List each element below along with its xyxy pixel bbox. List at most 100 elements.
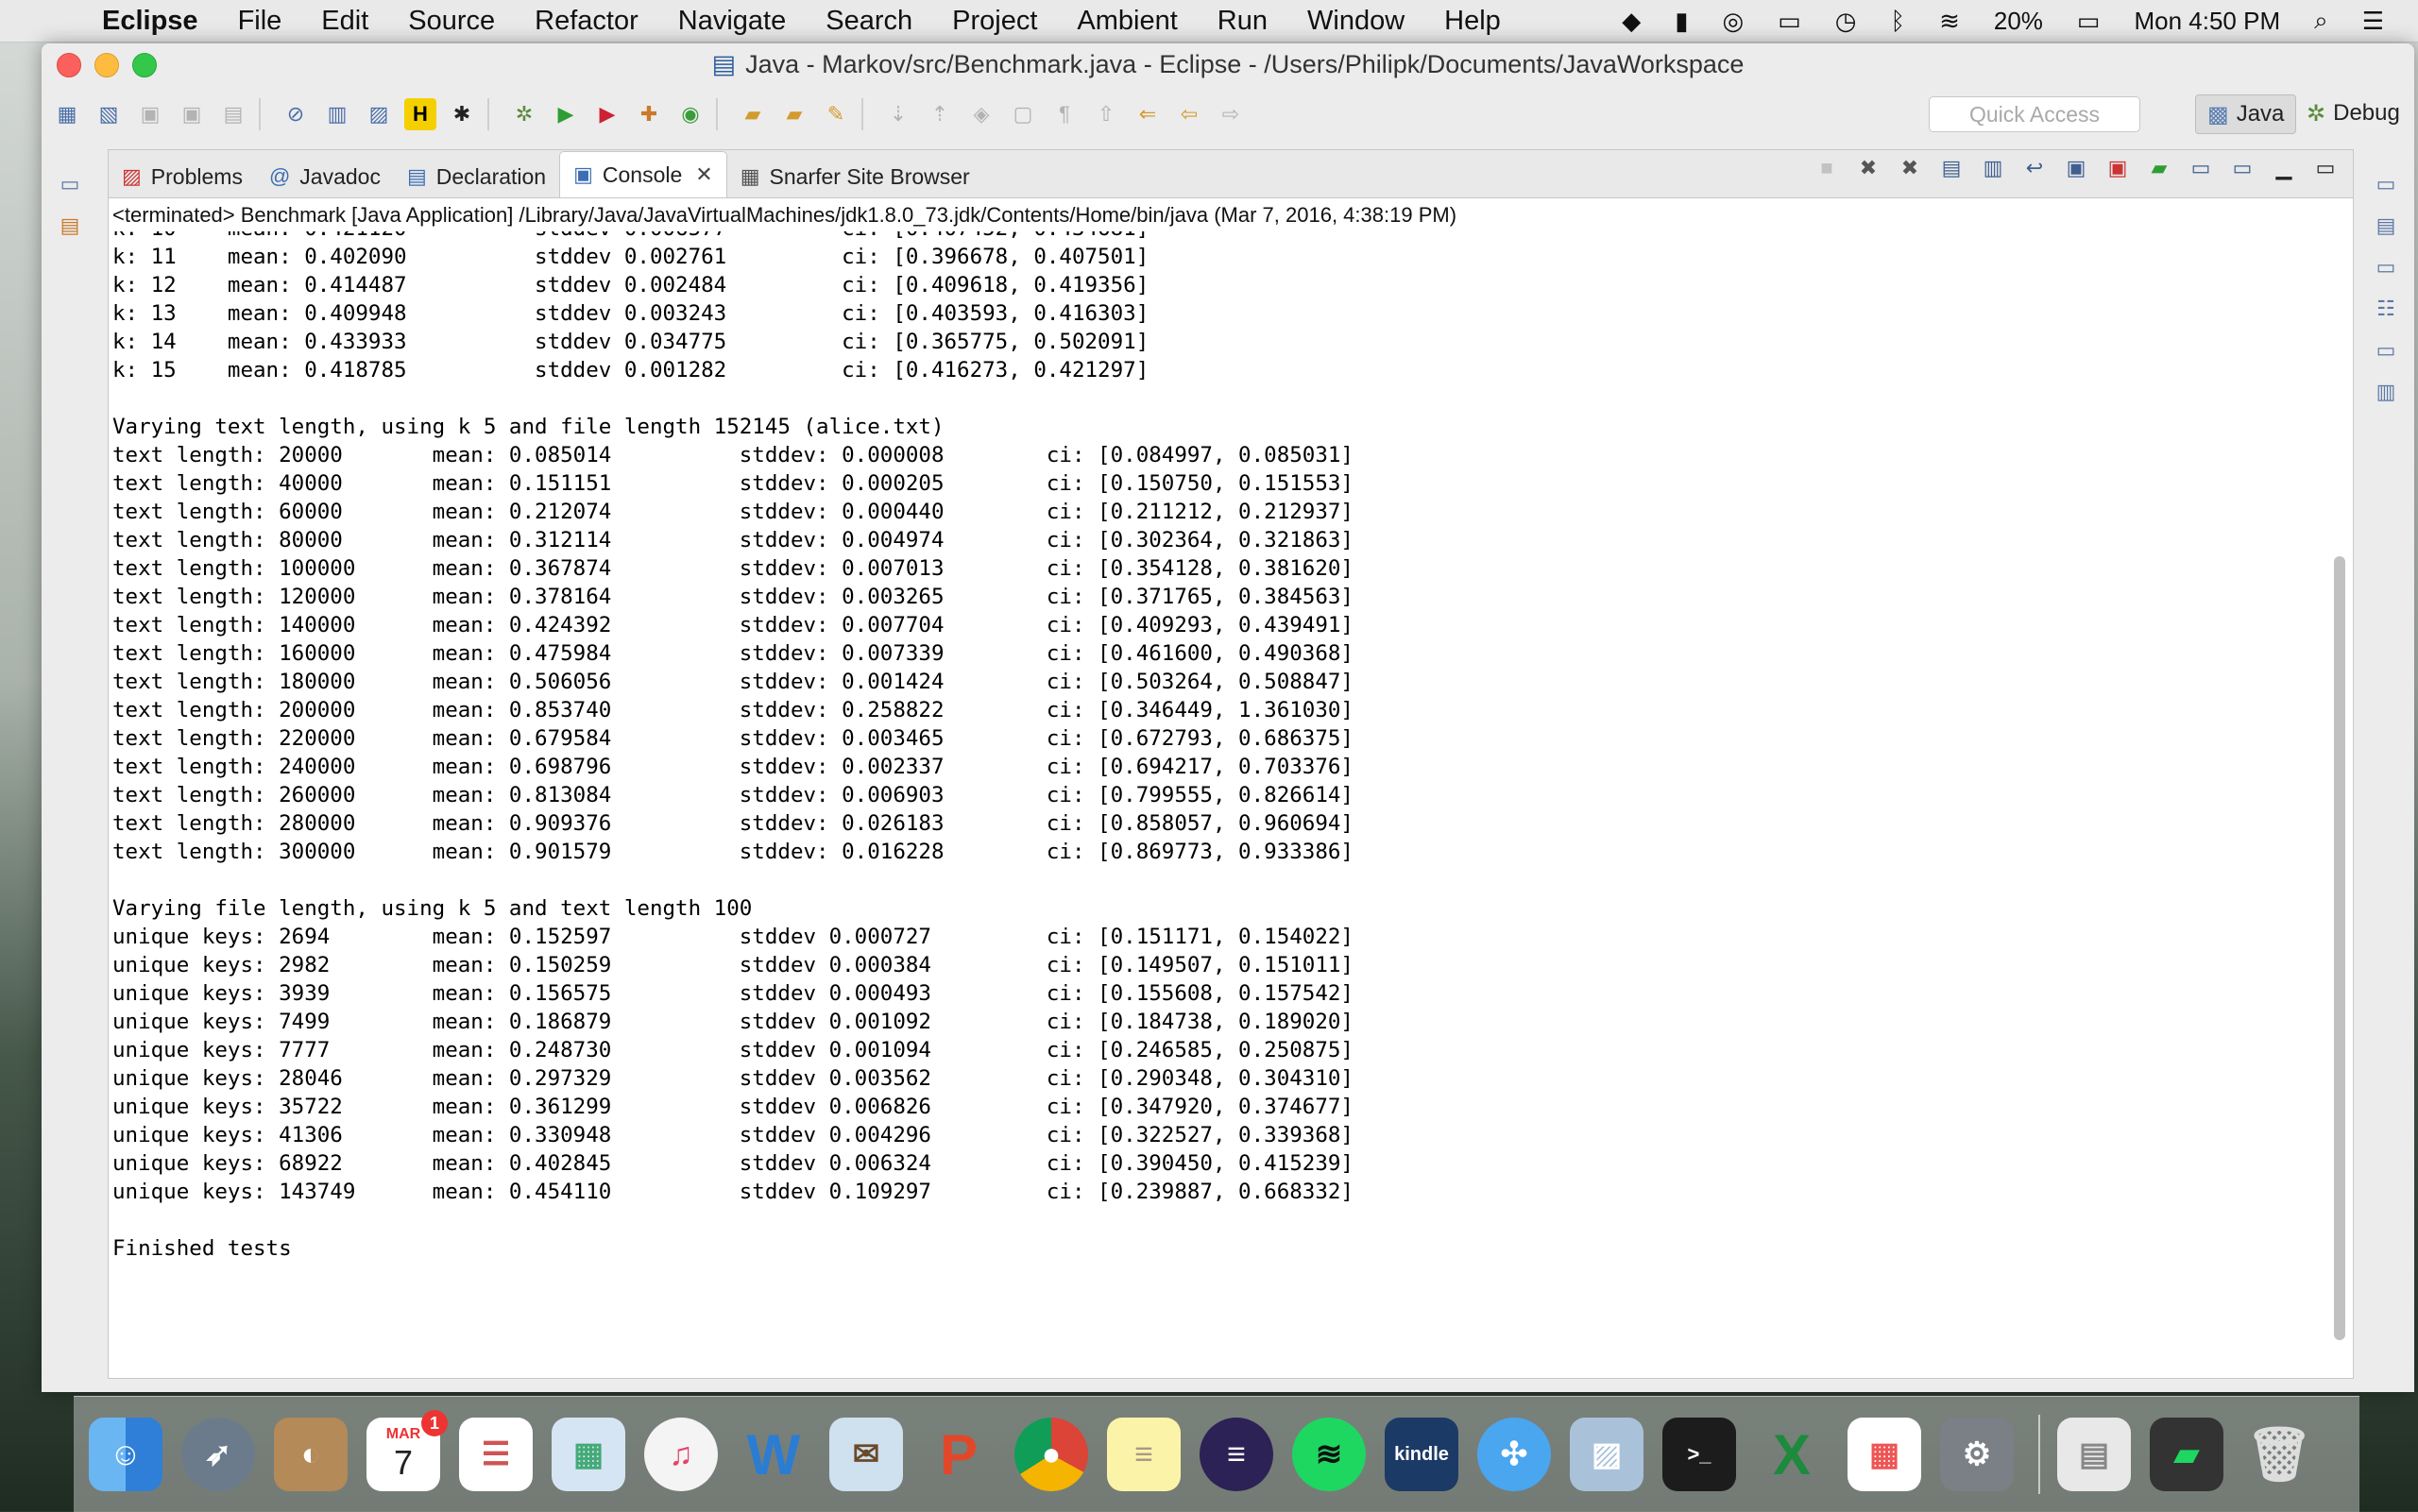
- menu-ambient[interactable]: Ambient: [1077, 6, 1177, 37]
- system-preferences-icon[interactable]: ⚙: [1940, 1418, 2014, 1491]
- open-console-icon[interactable]: ▭: [2228, 156, 2256, 184]
- restore-icon[interactable]: ▭: [2373, 338, 2399, 365]
- new-icon[interactable]: ▦: [51, 98, 83, 130]
- run-icon[interactable]: ▶: [550, 98, 582, 130]
- reminders-icon[interactable]: ☰: [459, 1418, 533, 1491]
- annotate-icon[interactable]: ✎: [820, 98, 852, 130]
- launchpad-icon[interactable]: ➶: [181, 1418, 255, 1491]
- quick-access-field[interactable]: Quick Access: [1929, 96, 2140, 132]
- new-class-icon[interactable]: ◉: [674, 98, 707, 130]
- kindle-icon[interactable]: kindle: [1385, 1418, 1458, 1491]
- menu-refactor[interactable]: Refactor: [535, 6, 639, 37]
- zoom-window-button[interactable]: [132, 53, 157, 77]
- battery-percent[interactable]: 20%: [1994, 7, 2043, 36]
- tab-declaration[interactable]: ▤ Declaration: [394, 156, 559, 197]
- menu-source[interactable]: Source: [408, 6, 495, 37]
- open-type-icon[interactable]: ▨: [363, 98, 395, 130]
- close-window-button[interactable]: [57, 53, 81, 77]
- terminal-icon[interactable]: >_: [1662, 1418, 1736, 1491]
- back-icon[interactable]: ⇐: [1132, 98, 1164, 130]
- document-stack-icon[interactable]: ▤: [2057, 1418, 2131, 1491]
- perspective-debug[interactable]: ✲ Debug: [2295, 94, 2411, 132]
- last-edit-icon[interactable]: ⇧: [1090, 98, 1122, 130]
- airplay-icon[interactable]: ▭: [1778, 7, 1801, 36]
- terminate-icon[interactable]: ■: [1813, 156, 1841, 184]
- task-list-icon[interactable]: ▤: [2373, 213, 2399, 240]
- dropbox-icon[interactable]: ◆: [1622, 7, 1641, 36]
- menu-search[interactable]: Search: [826, 6, 912, 37]
- photos-icon[interactable]: ▨: [1570, 1418, 1643, 1491]
- forward-icon[interactable]: ⇨: [1215, 98, 1247, 130]
- excel-icon[interactable]: X: [1755, 1418, 1829, 1491]
- block-icon[interactable]: ▢: [1007, 98, 1039, 130]
- mail-icon[interactable]: ✉: [829, 1418, 903, 1491]
- tab-problems[interactable]: ▨ Problems: [109, 156, 256, 197]
- contacts-icon[interactable]: ◐: [274, 1418, 348, 1491]
- new-wizard-icon[interactable]: ▧: [93, 98, 125, 130]
- tab-snarfer-site-browser[interactable]: ▦ Snarfer Site Browser: [727, 156, 983, 197]
- powerpoint-icon[interactable]: P: [922, 1418, 996, 1491]
- back-history-icon[interactable]: ⇦: [1173, 98, 1205, 130]
- debug-icon[interactable]: ✲: [508, 98, 540, 130]
- show-whitespace-icon[interactable]: ¶: [1048, 98, 1081, 130]
- package-explorer-icon[interactable]: ▤: [57, 213, 83, 240]
- remove-launch-icon[interactable]: ✖: [1854, 156, 1882, 184]
- finder-icon[interactable]: ☺: [89, 1418, 162, 1491]
- save-all-icon[interactable]: ▣: [176, 98, 208, 130]
- scroll-lock-icon[interactable]: ▥: [1979, 156, 2007, 184]
- minimize-window-button[interactable]: [94, 53, 119, 77]
- calendar-icon[interactable]: MAR 7 1: [366, 1410, 448, 1491]
- chrome-icon[interactable]: ●: [1014, 1418, 1088, 1491]
- menu-window[interactable]: Window: [1307, 6, 1405, 37]
- battery-icon[interactable]: ▭: [2077, 7, 2101, 36]
- restore-icon[interactable]: ▭: [57, 172, 83, 198]
- word-icon[interactable]: W: [737, 1418, 810, 1491]
- eclipse-icon[interactable]: ≡: [1200, 1418, 1273, 1491]
- pin-icon[interactable]: ◈: [965, 98, 997, 130]
- norton-icon[interactable]: ▮: [1675, 7, 1688, 36]
- itunes-icon[interactable]: ♫: [644, 1418, 718, 1491]
- menu-file[interactable]: File: [238, 6, 282, 37]
- notes-icon[interactable]: ≡: [1107, 1418, 1181, 1491]
- word-wrap-icon[interactable]: ↩: [2020, 156, 2049, 184]
- outline-icon[interactable]: ☷: [2373, 297, 2399, 323]
- display-console-icon[interactable]: ▭: [2187, 156, 2215, 184]
- print-icon[interactable]: ▤: [217, 98, 249, 130]
- minimize-view-icon[interactable]: ▁: [2270, 156, 2298, 184]
- menu-edit[interactable]: Edit: [321, 6, 368, 37]
- remove-all-launches-icon[interactable]: ✖: [1896, 156, 1924, 184]
- build-icon[interactable]: ▥: [321, 98, 353, 130]
- open-task-icon[interactable]: ▰: [778, 98, 810, 130]
- run-coverage-icon[interactable]: ▶: [591, 98, 623, 130]
- wifi-icon[interactable]: ≋: [1939, 7, 1960, 36]
- menu-help[interactable]: Help: [1444, 6, 1501, 37]
- clear-console-icon[interactable]: ▤: [1937, 156, 1966, 184]
- menu-app-name[interactable]: Eclipse: [102, 6, 198, 37]
- trash-icon[interactable]: 🗑: [2242, 1418, 2316, 1491]
- clock[interactable]: Mon 4:50 PM: [2134, 7, 2280, 36]
- restore-icon[interactable]: ▭: [2373, 172, 2399, 198]
- perspective-java[interactable]: ▩ Java: [2195, 94, 2297, 134]
- bluetooth-icon[interactable]: ᛒ: [1890, 7, 1905, 36]
- time-machine-icon[interactable]: ◷: [1835, 7, 1857, 36]
- pin-console-icon[interactable]: ▰: [2145, 156, 2173, 184]
- skip-breakpoints-icon[interactable]: ⊘: [280, 98, 312, 130]
- menu-project[interactable]: Project: [952, 6, 1037, 37]
- console-output[interactable]: k: 10 mean: 0.421120 stddev 0.006577 ci:…: [112, 231, 2313, 1355]
- open-folder-icon[interactable]: ▰: [737, 98, 769, 130]
- notification-center-icon[interactable]: ☰: [2362, 7, 2384, 36]
- layout-icon[interactable]: ▥: [2373, 380, 2399, 406]
- safari-icon[interactable]: ✣: [1477, 1418, 1551, 1491]
- preview-icon[interactable]: ▦: [552, 1418, 625, 1491]
- show-on-output-icon[interactable]: ▣: [2062, 156, 2090, 184]
- spotlight-icon[interactable]: ⌕: [2314, 6, 2328, 36]
- menu-navigate[interactable]: Navigate: [678, 6, 786, 37]
- menu-run[interactable]: Run: [1218, 6, 1268, 37]
- tab-console[interactable]: ▣ Console ✕: [559, 151, 727, 197]
- tab-javadoc[interactable]: @ Javadoc: [256, 156, 394, 197]
- creative-cloud-icon[interactable]: ◎: [1723, 7, 1745, 36]
- new-java-project-icon[interactable]: ✚: [633, 98, 665, 130]
- office-icon[interactable]: ▦: [1848, 1418, 1921, 1491]
- prev-annotation-icon[interactable]: ⇡: [924, 98, 956, 130]
- restore-icon[interactable]: ▭: [2373, 255, 2399, 281]
